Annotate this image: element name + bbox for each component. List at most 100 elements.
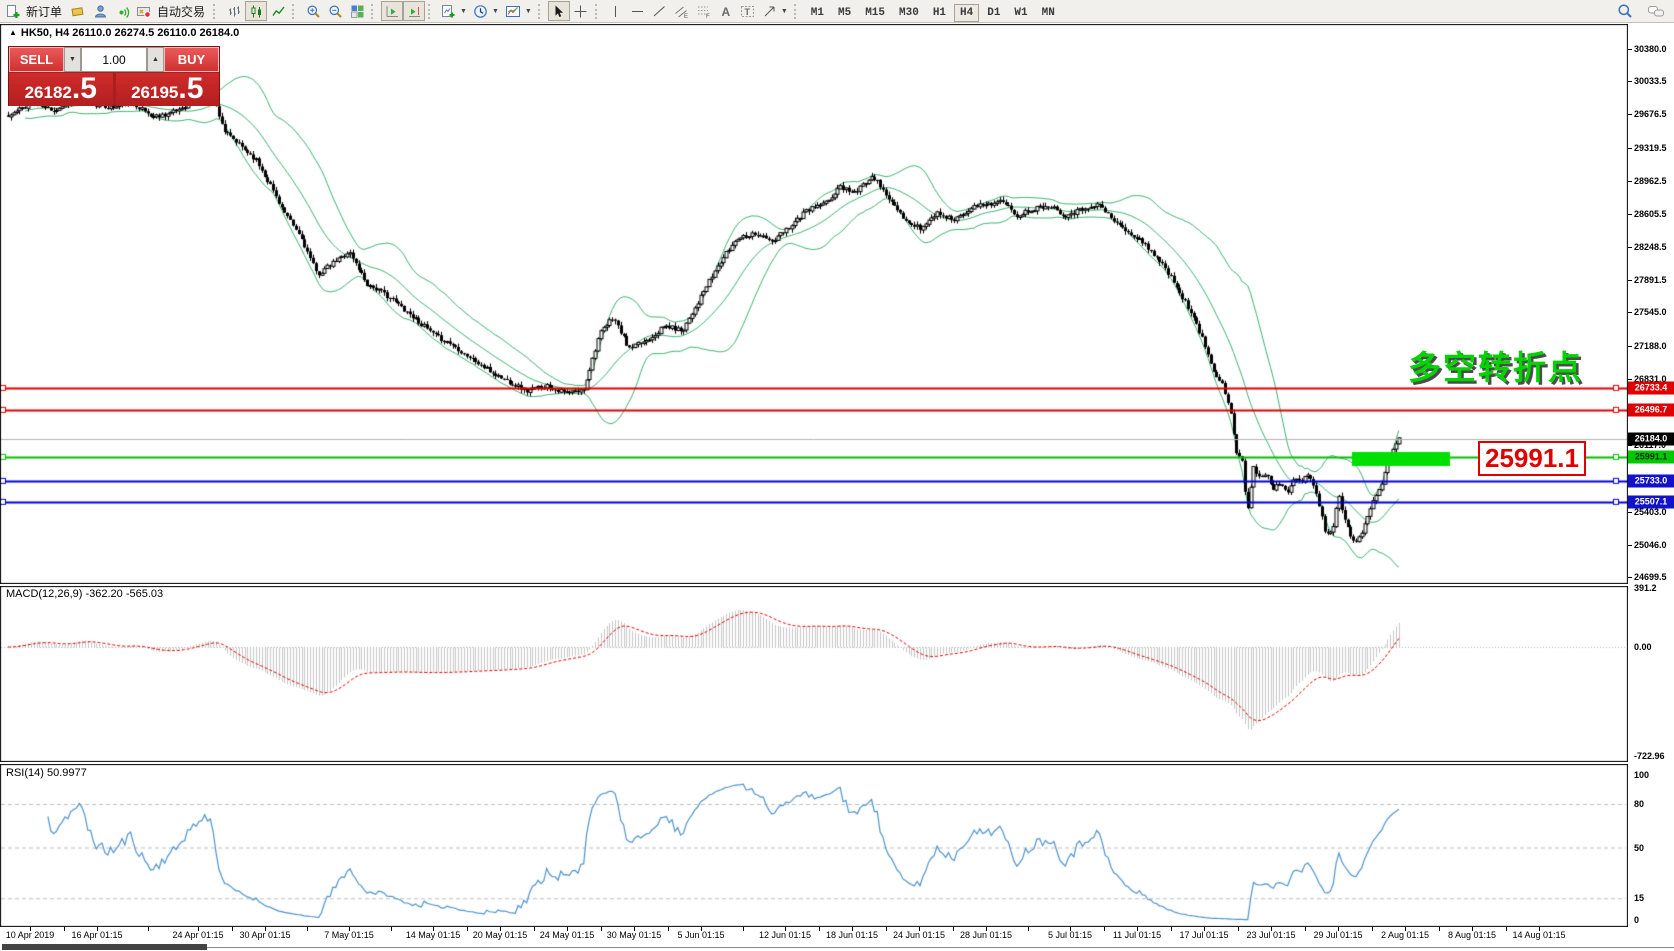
timeframe-button-H1[interactable]: H1 [927,4,952,22]
time-tick-mark [198,927,199,931]
time-tick-label: 23 Jul 01:15 [1246,930,1295,940]
trendline-button[interactable] [649,1,671,21]
line-chart-button[interactable] [267,1,289,21]
rsi-tick-label: 0 [1634,915,1639,925]
volume-decrease-button[interactable]: ▼ [64,47,81,72]
timeframe-group: M1M5M15M30H1H4D1W1MN [804,2,1062,20]
tile-windows-icon [350,4,365,19]
price-tick-mark [1628,379,1632,380]
svg-text:E: E [684,14,688,19]
macd-label: MACD(12,26,9) -362.20 -565.03 [6,588,163,600]
vertical-line-button[interactable] [605,1,627,21]
rsi-tick-label: 100 [1634,770,1649,780]
time-tick-mark [97,927,98,931]
search-button[interactable] [1614,1,1636,21]
crosshair-button[interactable] [570,1,592,21]
text-label-button[interactable]: T [737,1,759,21]
time-tick-mark [265,927,266,931]
price-tick-mark [1628,545,1632,546]
macd-pane[interactable] [0,586,1628,762]
fibonacci-icon: F [696,4,711,19]
time-minor-tick-mark [1238,927,1239,931]
chart-shift-button[interactable] [403,1,425,21]
time-tick-label: 8 Aug 01:15 [1448,930,1496,940]
new-chart-icon [441,4,456,19]
hline-price-badge: 25507.1 [1628,495,1674,508]
time-tick-mark [567,927,568,931]
cursor-button[interactable] [548,1,570,21]
horizontal-scrollbar-track[interactable] [207,947,1674,948]
price-tick-mark [1628,49,1632,50]
toolbar-right-group [1614,1,1668,21]
time-tick-mark [1271,927,1272,931]
macd-tick-label: 391.2 [1634,583,1657,593]
new-order-button[interactable]: 新订单 [3,1,67,21]
timeframe-button-W1[interactable]: W1 [1008,4,1033,22]
tile-windows-button[interactable] [346,1,368,21]
time-minor-tick-mark [1305,927,1306,931]
timeframe-button-M5[interactable]: M5 [832,4,857,22]
auto-scroll-button[interactable] [381,1,403,21]
fibonacci-button[interactable]: F [693,1,715,21]
timeframe-button-MN[interactable]: MN [1036,4,1061,22]
bar-chart-button[interactable] [223,1,245,21]
new-chart-dropdown[interactable]: ▼ [438,1,470,21]
signals-button[interactable] [111,1,133,21]
price-tick-mark [1628,148,1632,149]
price-tick-label: 30033.5 [1634,76,1667,86]
chart-title: ▲HK50, H4 26110.0 26274.5 26110.0 26184.… [9,27,239,39]
candle-chart-button[interactable] [245,1,267,21]
profile-icon [93,4,108,19]
indicators-dropdown[interactable]: ▼ [502,1,535,21]
dropdown-caret: ▼ [492,8,499,15]
zoom-out-icon [328,4,343,19]
time-minor-tick-mark [307,927,308,931]
pivot-annotation-text[interactable]: 多空转折点 [1408,341,1583,389]
time-tick-mark [986,927,987,931]
time-tick-label: 5 Jul 01:15 [1048,930,1092,940]
main-price-pane[interactable] [0,24,1628,584]
text-icon: A [718,4,733,19]
metaeditor-button[interactable] [67,1,89,21]
time-tick-label: 24 Apr 01:15 [172,930,223,940]
volume-input[interactable] [81,47,147,72]
toolbar-gripper [595,4,600,19]
periods-dropdown[interactable]: ▼ [470,1,502,21]
timeframe-button-H4[interactable]: H4 [954,4,979,22]
volume-increase-button[interactable]: ▲ [147,47,164,72]
autotrading-button[interactable]: 自动交易 [133,1,210,21]
timeframe-button-D1[interactable]: D1 [981,4,1006,22]
price-level-textbox[interactable]: 25991.1 [1478,441,1586,476]
timeframe-button-M1[interactable]: M1 [805,4,830,22]
hline-price-badge: 26496.7 [1628,403,1674,416]
rsi-pane[interactable] [0,764,1628,927]
arrows-dropdown[interactable]: ▼ [759,1,791,21]
chat-button[interactable] [1644,1,1668,21]
equidistant-channel-icon: E [674,4,689,19]
buy-button[interactable]: BUY [164,47,219,72]
time-tick-label: 17 Jul 01:15 [1179,930,1228,940]
buy-price[interactable]: 26195.5 [116,73,220,106]
time-minor-tick-mark [743,927,744,931]
text-button[interactable]: A [715,1,737,21]
zoom-out-button[interactable] [324,1,346,21]
timeframe-button-M30[interactable]: M30 [893,4,925,22]
toolbar-gripper [538,4,543,19]
time-minor-tick-mark [886,927,887,931]
time-tick-label: 7 May 01:15 [324,930,374,940]
buy-price-main: 26195 [131,84,178,104]
line-chart-icon [271,4,286,19]
profile-button[interactable] [89,1,111,21]
autotrading-icon [136,4,152,19]
sell-price[interactable]: 26182.5 [9,73,113,106]
timeframe-button-M15[interactable]: M15 [859,4,891,22]
main-toolbar: 新订单 自动交易 [0,0,1674,23]
collapse-triangle-icon[interactable]: ▲ [9,28,17,37]
time-minor-tick-mark [1372,927,1373,931]
zoom-in-button[interactable] [302,1,324,21]
equidistant-channel-button[interactable]: E [671,1,693,21]
horizontal-scrollbar-thumb[interactable] [2,944,207,950]
toolbar-gripper [371,4,376,19]
horizontal-line-button[interactable] [627,1,649,21]
sell-button[interactable]: SELL [9,47,64,72]
